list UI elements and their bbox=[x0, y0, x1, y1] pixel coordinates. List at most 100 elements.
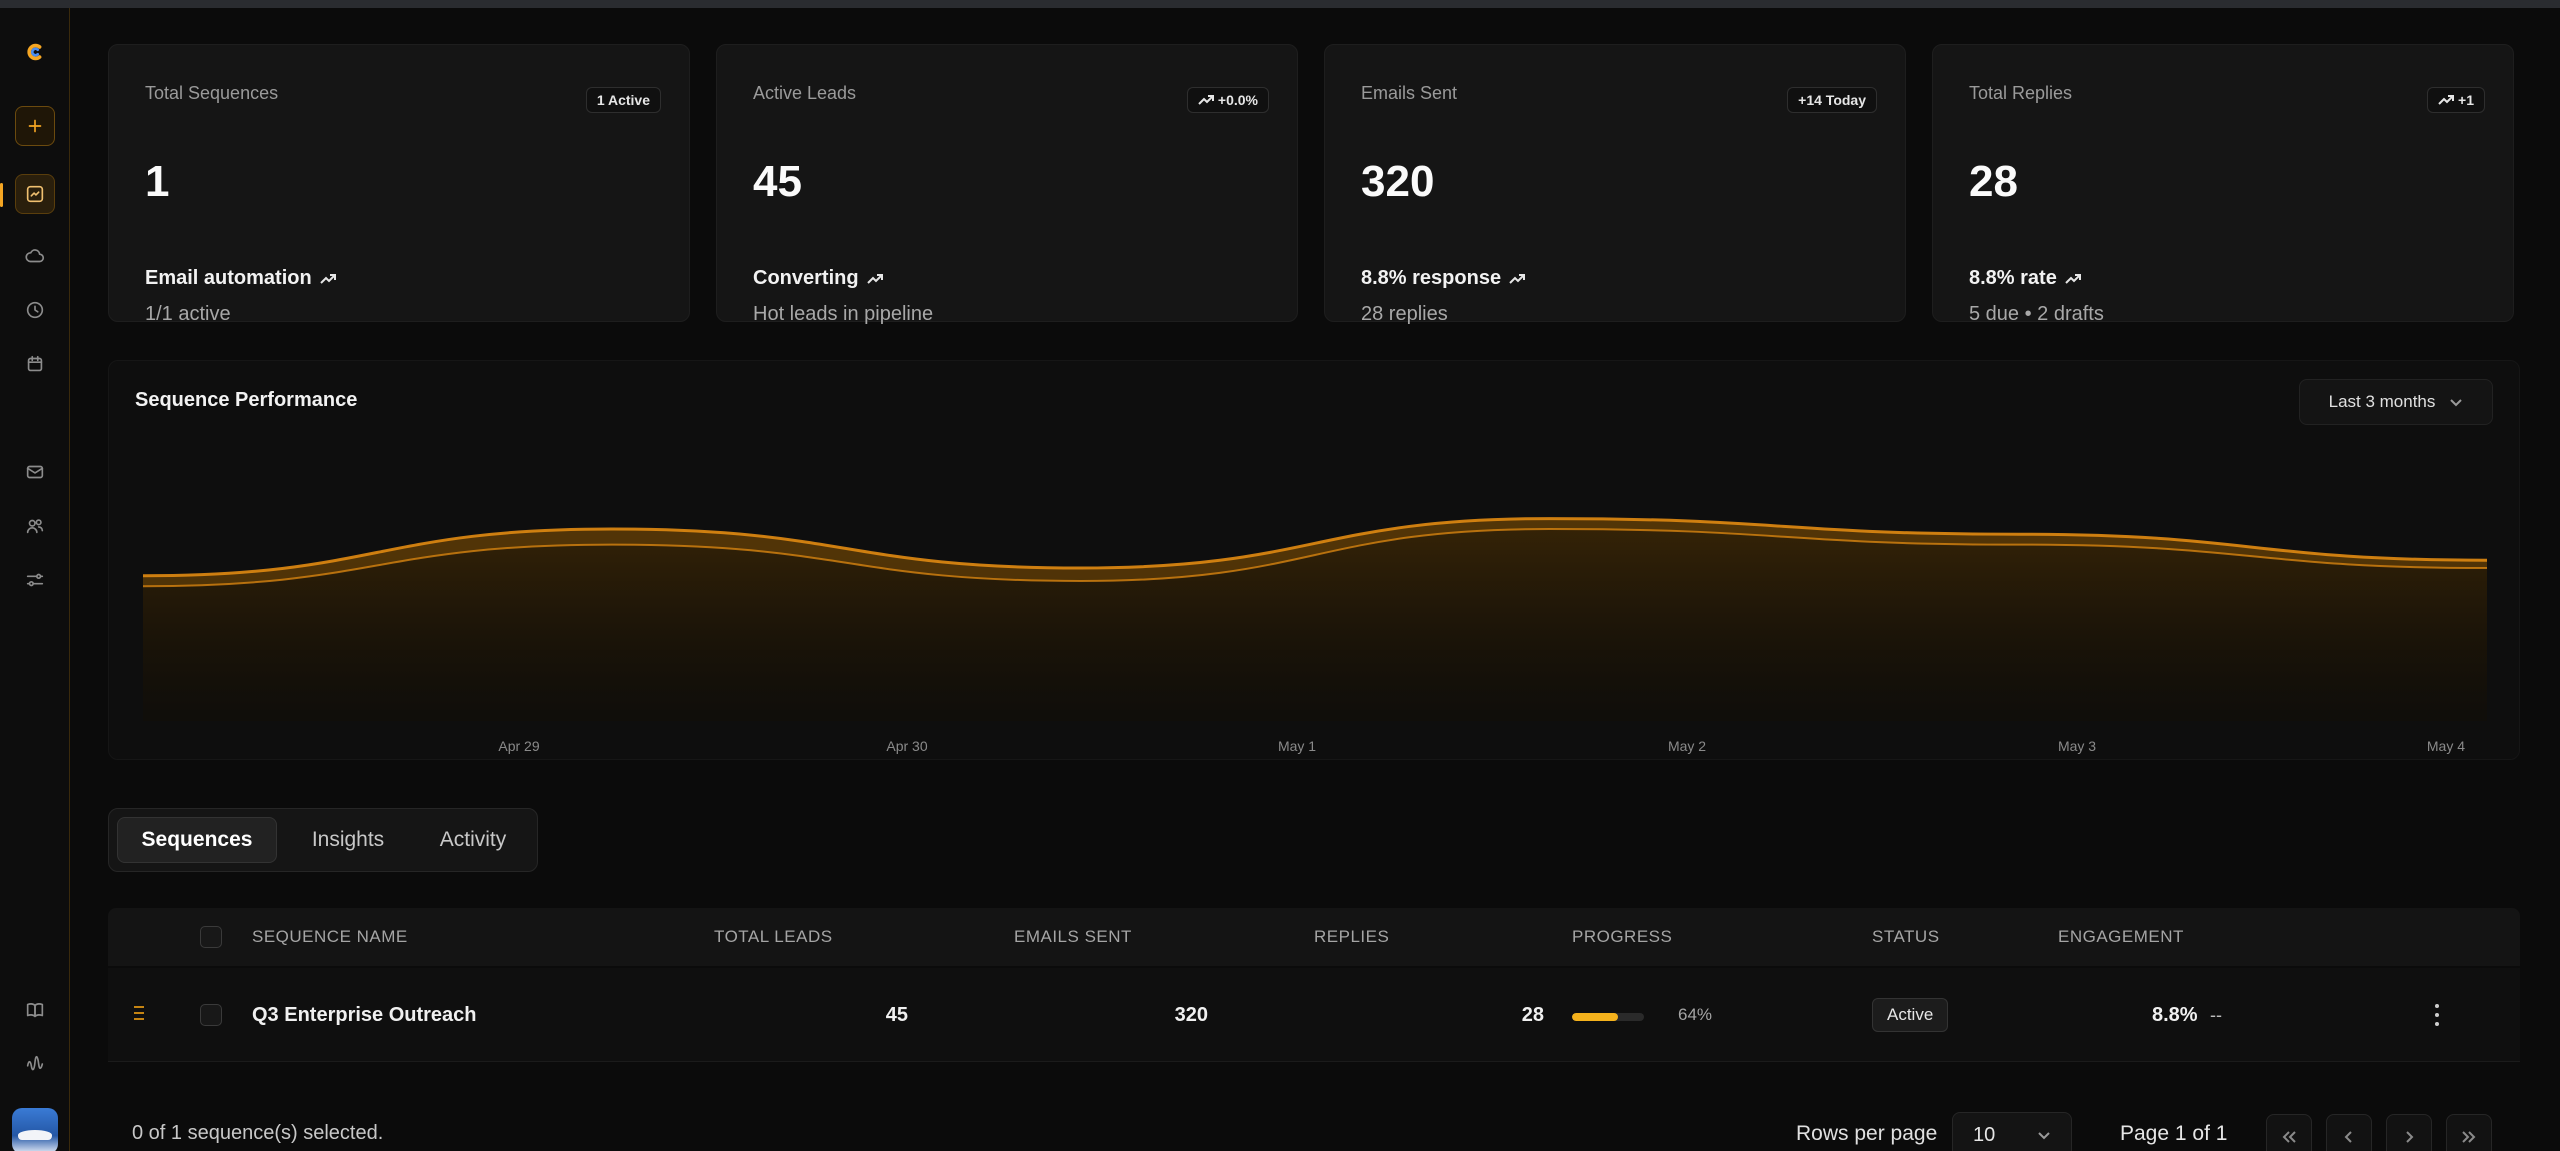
row-menu-icon[interactable] bbox=[2434, 1004, 2440, 1026]
settings-sliders-icon[interactable] bbox=[15, 560, 55, 600]
clock-icon[interactable] bbox=[15, 290, 55, 330]
stat-title: Active Leads bbox=[753, 83, 857, 103]
chevrons-left-icon bbox=[2282, 1131, 2296, 1143]
col-sequence-name[interactable]: SEQUENCE NAME bbox=[252, 908, 408, 966]
stat-value: 1 bbox=[145, 157, 170, 206]
col-engagement[interactable]: ENGAGEMENT bbox=[2058, 908, 2184, 966]
chevron-down-icon bbox=[2038, 1132, 2050, 1140]
mail-icon[interactable] bbox=[15, 452, 55, 492]
stat-label: 8.8% rate bbox=[1969, 267, 2081, 290]
range-select[interactable]: Last 3 months bbox=[2299, 379, 2493, 425]
cloud-icon[interactable] bbox=[15, 236, 55, 276]
col-emails-sent[interactable]: EMAILS SENT bbox=[1014, 908, 1132, 966]
page-indicator: Page 1 of 1 bbox=[2120, 1122, 2228, 1145]
x-tick-label: May 1 bbox=[1278, 738, 1316, 754]
stat-value: 45 bbox=[753, 157, 802, 206]
chart-title: Sequence Performance bbox=[135, 389, 358, 411]
stat-card-total-replies: Total Replies +1 28 8.8% rate 5 due • 2 … bbox=[1932, 44, 2514, 325]
x-tick-label: Apr 30 bbox=[886, 738, 927, 754]
sequence-performance-chart: Apr 29 Apr 30 May 1 May 2 May 3 May 4 Sequenc… bbox=[108, 360, 2520, 760]
stat-label: Converting bbox=[753, 267, 883, 290]
stat-badge: 1 Active bbox=[585, 87, 661, 113]
users-icon[interactable] bbox=[15, 506, 55, 546]
stat-label: Email automation bbox=[145, 267, 336, 290]
calendar-icon[interactable] bbox=[15, 344, 55, 384]
next-page-button[interactable] bbox=[2386, 1114, 2432, 1151]
stat-label-text: Email automation bbox=[145, 267, 312, 289]
rows-per-page-select[interactable]: 10 bbox=[1952, 1112, 2072, 1151]
waveform-icon[interactable] bbox=[15, 1044, 55, 1084]
stat-title: Total Sequences bbox=[145, 83, 279, 103]
stat-badge: +14 Today bbox=[1787, 87, 1877, 113]
stat-card-emails-sent: Emails Sent +14 Today 320 8.8% response … bbox=[1324, 44, 1906, 325]
stat-card-active-leads: Active Leads +0.0% 45 Converting Hot lea… bbox=[716, 44, 1298, 325]
dashboard-icon[interactable] bbox=[0, 174, 55, 214]
row-checkbox[interactable] bbox=[200, 1004, 222, 1026]
sequence-name[interactable]: Q3 Enterprise Outreach bbox=[252, 968, 477, 1062]
x-tick-label: May 4 bbox=[2427, 738, 2465, 754]
range-select-label: Last 3 months bbox=[2328, 392, 2436, 411]
table-row[interactable]: Q3 Enterprise Outreach 45 320 28 64% Act… bbox=[108, 968, 2520, 1062]
logo-icon[interactable] bbox=[15, 32, 55, 72]
x-tick-label: May 2 bbox=[1668, 738, 1706, 754]
stat-badge-text: +1 bbox=[2458, 92, 2474, 108]
stat-title: Emails Sent bbox=[1361, 83, 1458, 103]
view-tabs: Sequences Insights Activity bbox=[108, 808, 538, 872]
stat-label-text: 8.8% response bbox=[1361, 267, 1502, 289]
stat-label: 8.8% response bbox=[1361, 267, 1526, 290]
engagement-value: 8.8% bbox=[2152, 1003, 2198, 1026]
x-tick-label: Apr 29 bbox=[498, 738, 539, 754]
progress-bar bbox=[1572, 1013, 1644, 1021]
trending-up-icon bbox=[1198, 95, 1214, 105]
window-top-bar bbox=[0, 0, 2560, 8]
progress-percent: 64% bbox=[1678, 1005, 1713, 1024]
trending-up-icon bbox=[2438, 95, 2455, 105]
stat-label-text: 8.8% rate bbox=[1969, 267, 2057, 289]
trending-up-icon bbox=[866, 273, 883, 284]
stat-value: 320 bbox=[1361, 157, 1435, 206]
col-progress[interactable]: PROGRESS bbox=[1572, 908, 1672, 966]
chevron-down-icon bbox=[2450, 399, 2463, 407]
stat-card-total-sequences: Total Sequences 1 Active 1 Email automat… bbox=[108, 44, 690, 325]
chevrons-right-icon bbox=[2462, 1131, 2476, 1143]
replies: 28 bbox=[1521, 1003, 1544, 1026]
stat-badge-text: +14 Today bbox=[1798, 92, 1866, 108]
col-total-leads[interactable]: TOTAL LEADS bbox=[714, 908, 833, 966]
col-replies[interactable]: REPLIES bbox=[1314, 908, 1389, 966]
tab-activity[interactable]: Activity bbox=[411, 817, 535, 863]
tab-sequences[interactable]: Sequences bbox=[117, 817, 277, 863]
stat-label-text: Converting bbox=[753, 267, 859, 289]
stat-badge: +0.0% bbox=[1186, 87, 1269, 113]
rows-per-page-label: Rows per page bbox=[1796, 1122, 1938, 1145]
select-all-checkbox[interactable] bbox=[200, 926, 222, 948]
tab-insights[interactable]: Insights bbox=[285, 817, 411, 863]
engagement-trend: -- bbox=[2210, 1004, 2222, 1025]
selection-count: 0 of 1 sequence(s) selected. bbox=[132, 1122, 384, 1144]
stat-badge-text: +0.0% bbox=[1217, 92, 1258, 108]
stat-sub: Hot leads in pipeline bbox=[753, 303, 934, 325]
stat-value: 28 bbox=[1969, 157, 2018, 206]
stat-badge: +1 bbox=[2427, 87, 2485, 113]
table-header: SEQUENCE NAME TOTAL LEADS EMAILS SENT RE… bbox=[108, 908, 2520, 966]
chevron-left-icon bbox=[2344, 1131, 2352, 1143]
trending-up-icon bbox=[1509, 273, 1526, 284]
trending-up-icon bbox=[319, 273, 336, 284]
stat-title: Total Replies bbox=[1969, 83, 2073, 103]
total-leads: 45 bbox=[885, 1003, 908, 1026]
progress-fill bbox=[1572, 1013, 1619, 1021]
col-status[interactable]: STATUS bbox=[1872, 908, 1940, 966]
prev-page-button[interactable] bbox=[2326, 1114, 2372, 1151]
first-page-button[interactable] bbox=[2266, 1114, 2312, 1151]
sidebar bbox=[0, 8, 70, 1151]
stat-sub: 1/1 active bbox=[145, 303, 231, 325]
stat-badge-text: 1 Active bbox=[596, 92, 650, 108]
add-icon[interactable] bbox=[15, 106, 55, 146]
chart-canvas: Apr 29 Apr 30 May 1 May 2 May 3 May 4 bbox=[142, 517, 2488, 754]
stat-sub: 28 replies bbox=[1361, 303, 1448, 325]
avatar[interactable] bbox=[12, 1108, 58, 1151]
rows-per-page-value: 10 bbox=[1973, 1123, 1996, 1146]
last-page-button[interactable] bbox=[2446, 1114, 2492, 1151]
drag-handle-icon[interactable] bbox=[134, 1006, 146, 1022]
emails-sent: 320 bbox=[1174, 1003, 1208, 1026]
book-icon[interactable] bbox=[15, 990, 55, 1030]
